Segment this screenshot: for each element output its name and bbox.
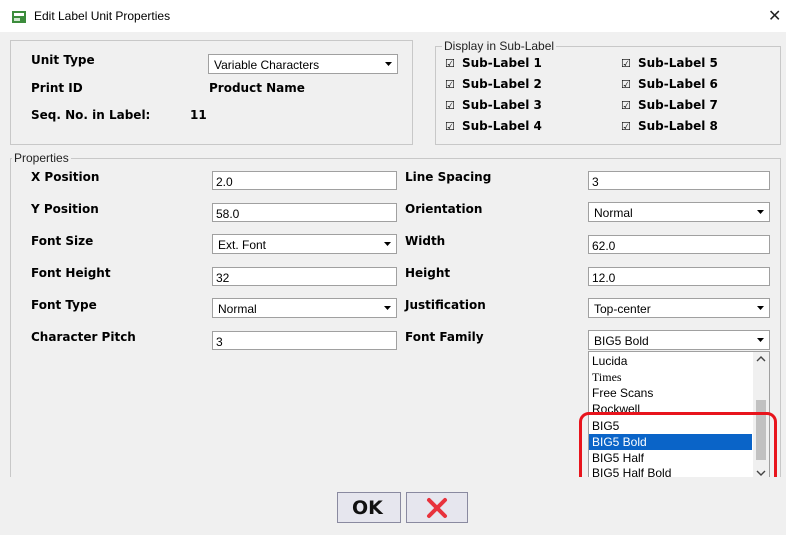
width-label: Width (405, 234, 446, 248)
sub-label-2-checkbox[interactable]: ☑ Sub-Label 2 (445, 77, 542, 91)
checkbox-checked-icon: ☑ (621, 57, 631, 70)
list-item[interactable]: Times (589, 369, 752, 385)
char-pitch-label: Character Pitch (31, 330, 136, 344)
chevron-down-icon (382, 57, 395, 71)
x-position-label: X Position (31, 170, 100, 184)
font-height-label: Font Height (31, 266, 111, 280)
orientation-label: Orientation (405, 202, 483, 216)
y-position-input[interactable]: 58.0 (212, 203, 397, 222)
chevron-down-icon (381, 301, 394, 315)
sub-label-3-checkbox[interactable]: ☑ Sub-Label 3 (445, 98, 542, 112)
font-family-value: BIG5 Bold (594, 334, 649, 348)
sub-label-4-checkbox[interactable]: ☑ Sub-Label 4 (445, 119, 542, 133)
ok-button[interactable]: OK (337, 492, 401, 523)
checkbox-checked-icon: ☑ (621, 78, 631, 91)
sub-label-6-checkbox[interactable]: ☑ Sub-Label 6 (621, 77, 718, 91)
chevron-down-icon (754, 205, 767, 219)
cancel-button[interactable] (406, 492, 468, 523)
list-item[interactable]: Free Scans (589, 385, 752, 401)
scroll-up-icon[interactable] (755, 354, 767, 364)
font-family-label: Font Family (405, 330, 484, 344)
font-size-label: Font Size (31, 234, 94, 248)
width-input[interactable]: 62.0 (588, 235, 770, 254)
unit-type-select[interactable]: Variable Characters (208, 54, 398, 74)
app-icon (12, 10, 26, 23)
font-family-select[interactable]: BIG5 Bold (588, 330, 770, 350)
font-type-value: Normal (218, 302, 257, 316)
properties-legend: Properties (12, 151, 71, 165)
orientation-value: Normal (594, 206, 633, 220)
font-size-value: Ext. Font (218, 238, 267, 252)
ok-label: OK (352, 497, 383, 519)
close-button[interactable]: ✕ (768, 6, 781, 26)
sub-label-legend: Display in Sub-Label (442, 39, 557, 53)
x-position-input[interactable]: 2.0 (212, 171, 397, 190)
print-id-label: Print ID (31, 81, 83, 95)
char-pitch-input[interactable]: 3 (212, 331, 397, 350)
checkbox-checked-icon: ☑ (445, 57, 455, 70)
font-height-input[interactable]: 32 (212, 267, 397, 286)
line-spacing-label: Line Spacing (405, 170, 492, 184)
checkbox-checked-icon: ☑ (445, 120, 455, 133)
cancel-x-icon (427, 498, 447, 518)
checkbox-checked-icon: ☑ (621, 120, 631, 133)
unit-type-label: Unit Type (31, 53, 95, 67)
justification-value: Top-center (594, 302, 651, 316)
height-label: Height (405, 266, 451, 280)
print-id-value: Product Name (209, 81, 305, 95)
chevron-down-icon (381, 237, 394, 251)
window-title: Edit Label Unit Properties (34, 9, 171, 23)
orientation-select[interactable]: Normal (588, 202, 770, 222)
checkbox-checked-icon: ☑ (621, 99, 631, 112)
font-type-select[interactable]: Normal (212, 298, 397, 318)
list-item[interactable]: Lucida (589, 353, 752, 369)
font-type-label: Font Type (31, 298, 97, 312)
unit-type-value: Variable Characters (214, 58, 320, 72)
line-spacing-input[interactable]: 3 (588, 171, 770, 190)
sub-label-8-checkbox[interactable]: ☑ Sub-Label 8 (621, 119, 718, 133)
checkbox-checked-icon: ☑ (445, 78, 455, 91)
sub-label-1-checkbox[interactable]: ☑ Sub-Label 1 (445, 56, 542, 70)
height-input[interactable]: 12.0 (588, 267, 770, 286)
seq-no-value: 11 (190, 108, 207, 122)
y-position-label: Y Position (31, 202, 99, 216)
sub-label-7-checkbox[interactable]: ☑ Sub-Label 7 (621, 98, 718, 112)
font-size-select[interactable]: Ext. Font (212, 234, 397, 254)
sub-label-5-checkbox[interactable]: ☑ Sub-Label 5 (621, 56, 718, 70)
seq-no-label: Seq. No. in Label: (31, 108, 151, 122)
chevron-down-icon (754, 333, 767, 347)
justification-label: Justification (405, 298, 486, 312)
chevron-down-icon (754, 301, 767, 315)
checkbox-checked-icon: ☑ (445, 99, 455, 112)
justification-select[interactable]: Top-center (588, 298, 770, 318)
